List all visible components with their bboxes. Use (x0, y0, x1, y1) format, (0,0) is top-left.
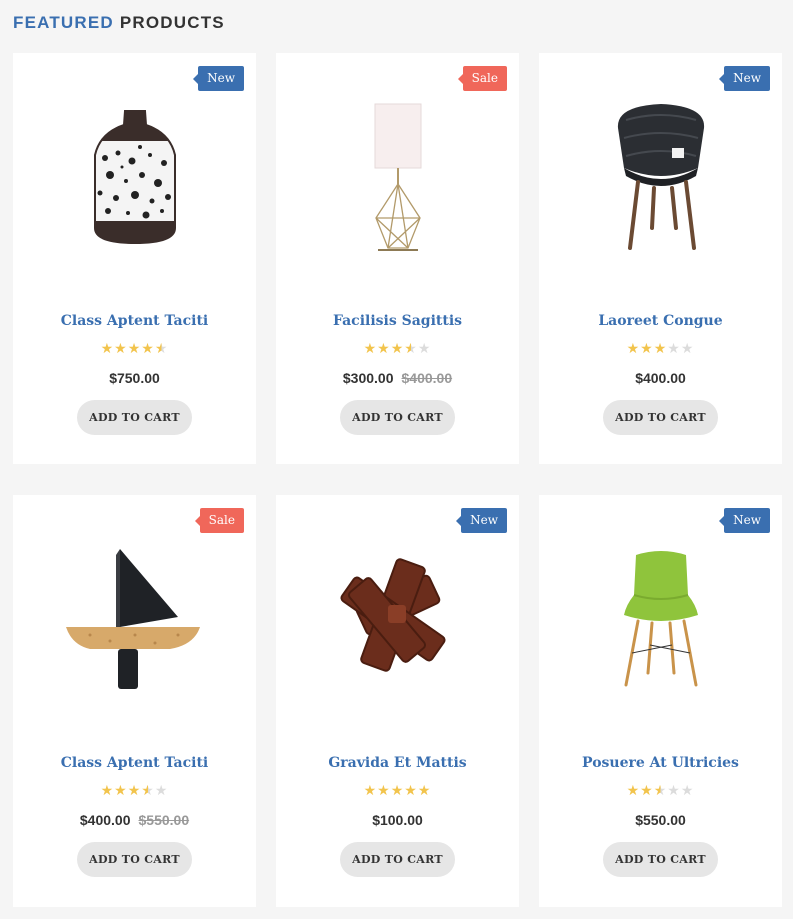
product-card[interactable]: New Gravida Et Mattis ★★★★★ $100.00 ADD … (276, 495, 519, 907)
price-row: $100.00 (276, 812, 519, 828)
star-icon: ★ (127, 783, 142, 799)
half-star-icon: ★ (653, 783, 668, 799)
product-name[interactable]: Facilisis Sagittis (276, 313, 519, 329)
product-card[interactable]: Sale Facilisis Sagittis ★★★★★ $300.00 $40… (276, 53, 519, 464)
price-row: $550.00 (539, 812, 782, 828)
star-icon: ★ (404, 783, 418, 799)
product-name[interactable]: Gravida Et Mattis (276, 755, 519, 771)
star-icon: ★ (626, 341, 641, 357)
star-icon: ★ (114, 341, 128, 357)
price-row: $400.00 (539, 370, 782, 386)
product-card[interactable]: New Class Aptent Taciti ★★★★★ $750.00 AD… (13, 53, 256, 464)
empty-star-icon: ★ (680, 341, 695, 357)
star-icon: ★ (100, 783, 115, 799)
price: $550.00 (635, 812, 686, 828)
star-icon: ★ (377, 783, 391, 799)
star-icon: ★ (377, 341, 391, 357)
half-star-icon: ★ (141, 783, 155, 799)
old-price: $400.00 (401, 370, 453, 386)
new-badge: New (719, 66, 770, 91)
add-to-cart-button[interactable]: ADD TO CART (77, 400, 192, 435)
add-to-cart-button[interactable]: ADD TO CART (340, 842, 455, 877)
product-card[interactable]: New Posuere At Ultricies ★★★★★ $550.00 A… (539, 495, 782, 907)
star-icon: ★ (653, 341, 668, 357)
star-rating: ★★★★★ (276, 341, 519, 357)
empty-star-icon: ★ (667, 783, 681, 799)
star-rating: ★★★★★ (539, 341, 782, 357)
price-row: $300.00 $400.00 (276, 370, 519, 386)
star-icon: ★ (363, 341, 378, 357)
sale-badge: Sale (194, 508, 244, 533)
product-card[interactable]: Sale Class Aptent Taciti ★★★★★ $400.00 $5… (13, 495, 256, 907)
cork-boat-image (65, 549, 200, 689)
empty-star-icon: ★ (417, 341, 432, 357)
price: $300.00 (342, 370, 394, 386)
star-rating: ★★★★★ (276, 783, 519, 799)
half-star-icon: ★ (154, 341, 169, 357)
star-icon: ★ (390, 341, 405, 357)
star-icon: ★ (127, 341, 142, 357)
price-row: $400.00 $550.00 (13, 812, 256, 828)
price: $100.00 (372, 812, 423, 828)
new-badge: New (719, 508, 770, 533)
star-icon: ★ (100, 341, 115, 357)
star-rating: ★★★★★ (13, 783, 256, 799)
star-rating: ★★★★★ (539, 783, 782, 799)
green-chair-image (623, 551, 698, 687)
new-badge: New (456, 508, 507, 533)
product-name[interactable]: Posuere At Ultricies (539, 755, 782, 771)
empty-star-icon: ★ (667, 341, 681, 357)
new-badge: New (193, 66, 244, 91)
star-icon: ★ (417, 783, 432, 799)
add-to-cart-button[interactable]: ADD TO CART (340, 400, 455, 435)
star-icon: ★ (390, 783, 405, 799)
empty-star-icon: ★ (154, 783, 169, 799)
star-icon: ★ (114, 783, 128, 799)
star-icon: ★ (640, 341, 654, 357)
star-icon: ★ (363, 783, 378, 799)
black-chair-image (617, 104, 704, 250)
product-name[interactable]: Class Aptent Taciti (13, 755, 256, 771)
sale-badge: Sale (457, 66, 507, 91)
price: $400.00 (79, 812, 131, 828)
wooden-puzzle-image (339, 558, 446, 672)
product-card[interactable]: New Laoreet Congue ★★★★★ $400.00 ADD TO … (539, 53, 782, 464)
speckled-vase-image (93, 110, 176, 245)
old-price: $550.00 (138, 812, 190, 828)
product-name[interactable]: Laoreet Congue (539, 313, 782, 329)
add-to-cart-button[interactable]: ADD TO CART (603, 842, 718, 877)
add-to-cart-button[interactable]: ADD TO CART (603, 400, 718, 435)
price: $750.00 (109, 370, 160, 386)
star-icon: ★ (626, 783, 641, 799)
geometric-lamp-image (374, 103, 421, 251)
star-rating: ★★★★★ (13, 341, 256, 357)
star-icon: ★ (141, 341, 155, 357)
product-name[interactable]: Class Aptent Taciti (13, 313, 256, 329)
half-star-icon: ★ (404, 341, 418, 357)
product-grid: New Class Aptent Taciti ★★★★★ $750.00 AD… (0, 0, 793, 919)
star-icon: ★ (640, 783, 654, 799)
empty-star-icon: ★ (680, 783, 695, 799)
price-row: $750.00 (13, 370, 256, 386)
add-to-cart-button[interactable]: ADD TO CART (77, 842, 192, 877)
price: $400.00 (635, 370, 686, 386)
